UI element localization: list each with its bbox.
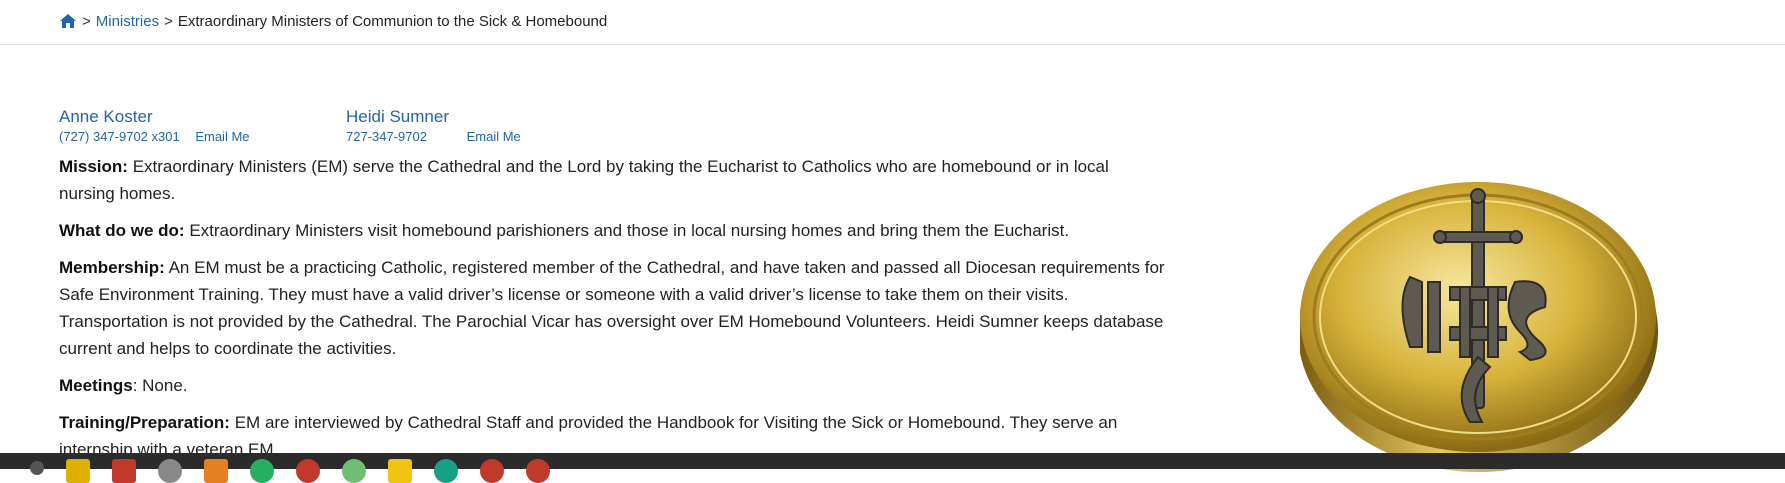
app-icon[interactable] (388, 459, 412, 483)
email-me-link[interactable]: Email Me (467, 128, 521, 146)
contact-phone[interactable]: (727) 347-9702 x301 (59, 128, 180, 146)
header-divider (0, 44, 1785, 45)
contact-meta: 727-347-9702 Email Me (346, 128, 521, 146)
app-icon[interactable] (342, 459, 366, 483)
breadcrumb: > Ministries > Extraordinary Ministers o… (59, 8, 607, 34)
app-icon[interactable] (204, 459, 228, 483)
membership-paragraph: Membership: An EM must be a practicing C… (59, 254, 1169, 362)
breadcrumb-separator: > (164, 12, 173, 30)
os-taskbar (0, 453, 1785, 483)
search-icon[interactable] (30, 461, 44, 475)
contact-card-heidi-sumner: Heidi Sumner 727-347-9702 Email Me (346, 106, 521, 146)
app-icon[interactable] (250, 459, 274, 483)
training-label: Training/Preparation: (59, 413, 230, 432)
contact-meta: (727) 347-9702 x301 Email Me (59, 128, 250, 146)
browser-icon[interactable] (480, 459, 504, 483)
folder-icon[interactable] (66, 459, 90, 483)
ministry-description: Mission: Extraordinary Ministers (EM) se… (59, 153, 1169, 473)
contact-name-link[interactable]: Anne Koster (59, 106, 250, 128)
contact-phone[interactable]: 727-347-9702 (346, 128, 427, 146)
what-we-do-paragraph: What do we do: Extraordinary Ministers v… (59, 217, 1169, 244)
meetings-label: Meetings (59, 376, 133, 395)
meetings-paragraph: Meetings: None. (59, 372, 1169, 399)
app-icon[interactable] (112, 459, 136, 483)
mission-text: Extraordinary Ministers (EM) serve the C… (59, 157, 1109, 203)
browser-icon[interactable] (526, 459, 550, 483)
home-icon[interactable] (59, 13, 77, 29)
app-icon[interactable] (158, 459, 182, 483)
meetings-text: : None. (132, 376, 188, 395)
mission-paragraph: Mission: Extraordinary Ministers (EM) se… (59, 153, 1169, 207)
app-icon[interactable] (296, 459, 320, 483)
breadcrumb-current: Extraordinary Ministers of Communion to … (177, 12, 608, 30)
what-we-do-label: What do we do: (59, 221, 185, 240)
breadcrumb-ministries-link[interactable]: Ministries (96, 13, 159, 30)
email-me-link[interactable]: Email Me (195, 128, 249, 146)
breadcrumb-separator: > (82, 12, 91, 30)
app-icon[interactable] (434, 459, 458, 483)
membership-label: Membership: (59, 258, 165, 277)
what-we-do-text: Extraordinary Ministers visit homebound … (189, 221, 1070, 240)
mission-label: Mission: (59, 157, 128, 176)
membership-text: An EM must be a practicing Catholic, reg… (59, 258, 1165, 358)
contact-name-link[interactable]: Heidi Sumner (346, 106, 521, 128)
pyx-image (1298, 182, 1690, 472)
contact-card-anne-koster: Anne Koster (727) 347-9702 x301 Email Me (59, 106, 250, 146)
